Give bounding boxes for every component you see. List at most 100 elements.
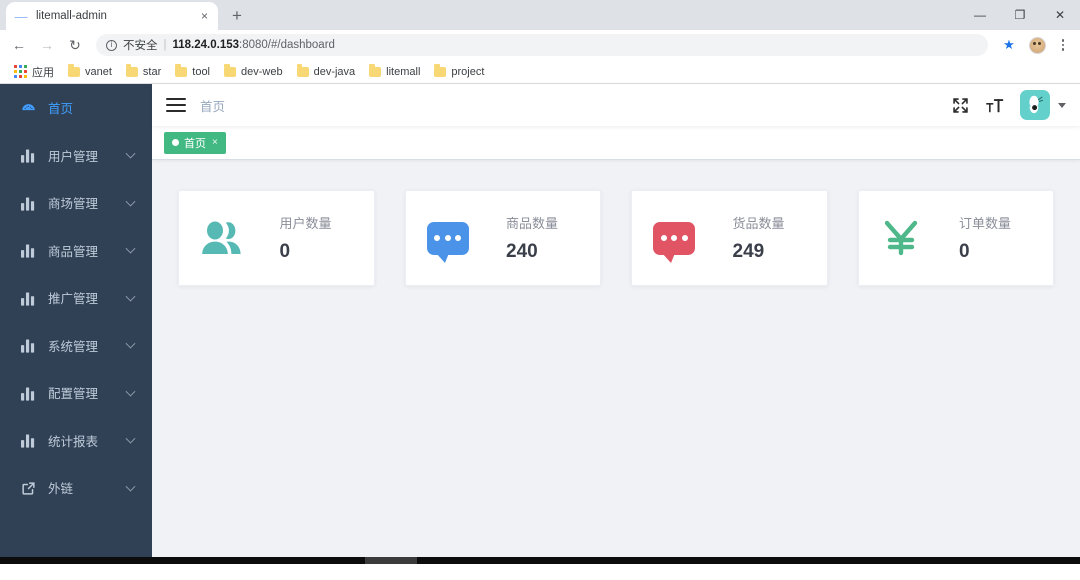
- app-root: 首页 用户管理 商场管理 商品管理 推广管理 系统管理 配置管理 统计报表 外链…: [0, 84, 1080, 557]
- hamburger-icon[interactable]: [166, 97, 186, 113]
- users-icon: [197, 214, 245, 262]
- stat-card-row: 用户数量 0 商品数量 240 货品数量 249 订单数量 0: [178, 190, 1054, 286]
- browser-toolbar: ← → ↻ i 不安全 | 118.24.0.153:8080/#/dashbo…: [0, 30, 1080, 60]
- bookmark-tool[interactable]: tool: [169, 64, 216, 80]
- sidebar-item-external-link[interactable]: 外链: [0, 464, 152, 512]
- star-glyph: ★: [1003, 37, 1015, 52]
- stat-card-product-count[interactable]: 商品数量 240: [404, 190, 601, 286]
- bookmark-apps[interactable]: 应用: [8, 62, 60, 82]
- sidebar-item-label: 统计报表: [48, 434, 99, 449]
- stat-card-title: 用户数量: [279, 216, 332, 231]
- stat-card-meta: 货品数量 249: [733, 213, 805, 263]
- screen: — litemall-admin × + — ❐ ✕ ← → ↻ i 不安全 |…: [0, 0, 1080, 580]
- tag-item-home[interactable]: 首页 ×: [164, 131, 226, 154]
- close-button[interactable]: ✕: [1040, 0, 1080, 30]
- tag-close-icon[interactable]: ×: [212, 137, 218, 148]
- bookmark-label: vanet: [85, 65, 112, 78]
- breadcrumb[interactable]: 首页: [200, 96, 225, 115]
- new-tab-button[interactable]: +: [226, 4, 248, 26]
- sidebar-item-home[interactable]: 首页: [0, 84, 152, 132]
- bookmark-dev-web[interactable]: dev-web: [218, 64, 289, 80]
- profile-avatar[interactable]: [1024, 32, 1050, 58]
- forward-button[interactable]: →: [34, 32, 60, 58]
- tab-close-icon[interactable]: ×: [199, 10, 210, 22]
- bookmark-label: tool: [192, 65, 211, 78]
- sidebar-item-product-management[interactable]: 商品管理: [0, 227, 152, 275]
- address-bar-url: 118.24.0.153:8080/#/dashboard: [173, 39, 335, 51]
- chart-bar-icon: [20, 432, 36, 448]
- message-icon: [650, 214, 698, 263]
- sidebar-item-system-management[interactable]: 系统管理: [0, 322, 152, 370]
- chart-bar-icon: [20, 337, 36, 353]
- stat-card-meta: 用户数量 0: [280, 213, 352, 263]
- dashboard-content: 用户数量 0 商品数量 240 货品数量 249 订单数量 0: [152, 160, 1080, 557]
- tab-title: litemall-admin: [36, 10, 107, 22]
- url-host: 118.24.0.153: [172, 39, 240, 51]
- omnibox-separator: |: [163, 39, 167, 51]
- font-size-icon[interactable]: [985, 97, 1004, 114]
- chevron-down-icon: [125, 338, 136, 349]
- address-bar[interactable]: i 不安全 | 118.24.0.153:8080/#/dashboard: [96, 34, 988, 56]
- sidebar-item-label: 外链: [48, 482, 74, 497]
- tab-favicon-icon: —: [14, 8, 28, 24]
- sidebar-item-label: 首页: [48, 102, 74, 117]
- stat-card-goods-count[interactable]: 货品数量 249: [631, 190, 828, 286]
- navbar-right-tools: [952, 90, 1066, 120]
- bookmark-dev-java[interactable]: dev-java: [291, 64, 362, 80]
- sidebar-item-config-management[interactable]: 配置管理: [0, 369, 152, 417]
- reload-button[interactable]: ↻: [62, 32, 88, 58]
- security-label: 不安全: [123, 40, 158, 52]
- chart-bar-icon: [20, 290, 36, 306]
- fullscreen-icon[interactable]: [952, 97, 969, 114]
- folder-icon: [296, 64, 309, 77]
- bookmark-star[interactable]: star: [120, 64, 167, 80]
- minimize-button[interactable]: —: [960, 0, 1000, 30]
- bookmark-vanet[interactable]: vanet: [62, 64, 118, 80]
- sidebar-item-label: 商场管理: [48, 197, 99, 212]
- sidebar-item-promotion-management[interactable]: 推广管理: [0, 274, 152, 322]
- sidebar-item-user-management[interactable]: 用户管理: [0, 132, 152, 180]
- browser-tab[interactable]: — litemall-admin ×: [6, 2, 218, 30]
- chart-bar-icon: [20, 147, 36, 163]
- top-navbar: 首页: [152, 84, 1080, 126]
- back-button[interactable]: ←: [6, 32, 32, 58]
- chevron-down-icon: [125, 386, 136, 397]
- info-icon[interactable]: i: [106, 39, 117, 51]
- stat-card-value: 0: [279, 241, 291, 262]
- stat-card-title: 商品数量: [506, 216, 559, 231]
- apps-grid-icon: [14, 65, 27, 78]
- sidebar-item-label: 配置管理: [48, 387, 99, 402]
- stat-card-value: 0: [959, 241, 970, 262]
- chevron-down-icon: [125, 481, 136, 492]
- chart-bar-icon: [20, 385, 36, 401]
- window-controls: — ❐ ✕: [960, 0, 1080, 30]
- chevron-down-icon[interactable]: [1058, 102, 1066, 108]
- sidebar: 首页 用户管理 商场管理 商品管理 推广管理 系统管理 配置管理 统计报表 外链: [0, 84, 152, 557]
- bookmark-label: litemall: [386, 65, 421, 78]
- tags-view: 首页 ×: [152, 126, 1080, 160]
- stat-card-meta: 订单数量 0: [959, 213, 1031, 263]
- folder-icon: [68, 64, 80, 77]
- folder-icon: [224, 64, 237, 77]
- bookmark-litemall[interactable]: litemall: [363, 64, 426, 80]
- taskbar-active-window[interactable]: [365, 557, 417, 564]
- sidebar-item-label: 商品管理: [48, 244, 99, 259]
- chevron-down-icon: [125, 243, 136, 254]
- stat-card-user-count[interactable]: 用户数量 0: [178, 190, 375, 286]
- sidebar-item-mall-management[interactable]: 商场管理: [0, 179, 152, 227]
- bookmark-label: project: [451, 65, 485, 78]
- bookmark-star-icon[interactable]: ★: [996, 32, 1022, 58]
- bookmarks-bar: 应用 vanet star tool dev-web dev-java lite…: [0, 60, 1080, 84]
- stat-card-value: 240: [506, 241, 538, 262]
- bookmark-project[interactable]: project: [428, 64, 490, 80]
- maximize-button[interactable]: ❐: [1000, 0, 1040, 30]
- url-path: :8080/#/dashboard: [239, 39, 335, 51]
- dashboard-icon: [20, 100, 36, 116]
- avatar[interactable]: [1020, 90, 1050, 120]
- browser-menu-button[interactable]: [1052, 32, 1074, 58]
- sidebar-item-statistics-report[interactable]: 统计报表: [0, 417, 152, 465]
- folder-icon: [175, 64, 188, 77]
- sidebar-item-label: 用户管理: [48, 149, 99, 164]
- stat-card-order-count[interactable]: 订单数量 0: [857, 190, 1054, 286]
- message-icon: [424, 214, 472, 263]
